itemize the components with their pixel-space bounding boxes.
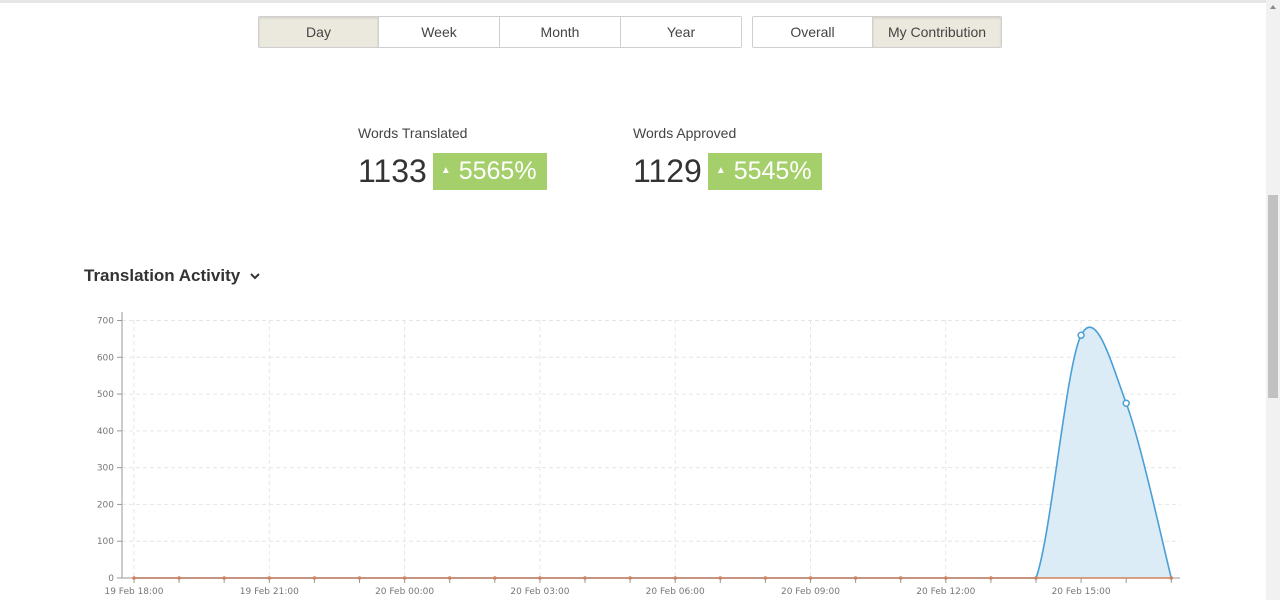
words-translated-change: 5565% [458, 156, 537, 185]
x-tick-label: 20 Feb 12:00 [916, 587, 975, 597]
scope-overall-button[interactable]: Overall [753, 17, 873, 47]
period-week-button[interactable]: Week [379, 17, 500, 47]
y-tick-label: 700 [97, 317, 114, 327]
words-translated-stat: Words Translated 1133 ▲ 5565% [358, 124, 547, 190]
x-tick-label: 20 Feb 03:00 [510, 587, 569, 597]
data-point [583, 576, 587, 580]
x-tick-label: 20 Feb 06:00 [646, 587, 705, 597]
area-fill [134, 327, 1172, 578]
trend-up-icon: ▲ [440, 164, 451, 176]
data-point [357, 576, 362, 580]
scrollbar-thumb[interactable] [1268, 195, 1278, 398]
data-point [538, 576, 542, 580]
words-translated-label: Words Translated [358, 125, 468, 141]
data-point [628, 576, 632, 580]
x-tick-label: 19 Feb 21:00 [240, 587, 299, 597]
words-approved-label: Words Approved [633, 125, 737, 141]
data-point [493, 576, 497, 580]
y-tick-label: 400 [97, 427, 114, 437]
data-point [898, 576, 903, 580]
section-title: Translation Activity [84, 266, 241, 285]
y-tick-label: 0 [108, 574, 114, 584]
words-translated-change-badge: ▲ 5565% [432, 152, 547, 190]
data-point [808, 576, 813, 580]
data-point [132, 576, 136, 580]
words-approved-change: 5545% [733, 156, 812, 185]
period-filter-group: Day Week Month Year [258, 16, 742, 48]
y-tick-label: 100 [97, 537, 114, 547]
data-point [718, 576, 723, 580]
words-translated-value: 1133 [358, 153, 427, 189]
translation-activity-toggle[interactable]: Translation Activity [84, 266, 262, 286]
chevron-down-icon [250, 273, 260, 280]
data-point [989, 576, 993, 580]
y-tick-label: 500 [97, 390, 114, 400]
data-point [222, 576, 226, 580]
words-approved-stat: Words Approved 1129 ▲ 5545% [633, 124, 822, 190]
data-point [177, 576, 181, 580]
period-day-button[interactable]: Day [259, 17, 379, 47]
data-point [944, 576, 948, 580]
data-point [312, 576, 317, 580]
scope-filter-group: Overall My Contribution [752, 16, 1002, 48]
y-tick-label: 300 [97, 464, 114, 474]
x-tick-label: 20 Feb 00:00 [375, 587, 434, 597]
x-tick-label: 20 Feb 15:00 [1052, 587, 1111, 597]
data-point [1122, 399, 1130, 408]
y-tick-label: 600 [97, 353, 114, 363]
data-point [402, 576, 407, 580]
area-line-words-translated [134, 326, 1173, 579]
period-month-button[interactable]: Month [500, 17, 621, 47]
x-tick-label: 19 Feb 18:00 [104, 587, 163, 597]
data-point [853, 576, 858, 580]
data-point [267, 576, 272, 580]
data-point [763, 576, 768, 580]
scroll-up-arrow-icon[interactable] [1266, 0, 1280, 14]
words-approved-change-badge: ▲ 5545% [707, 152, 822, 190]
y-tick-label: 200 [97, 500, 114, 510]
words-approved-value: 1129 [633, 153, 702, 189]
filter-toolbar: Day Week Month Year Overall My Contribut… [258, 16, 1002, 48]
data-point [447, 576, 452, 580]
data-point [1169, 576, 1174, 580]
data-point [1077, 331, 1085, 339]
top-border [0, 0, 1266, 3]
page-scrollbar[interactable] [1266, 0, 1280, 600]
period-year-button[interactable]: Year [621, 17, 741, 47]
data-point [673, 576, 677, 580]
scope-my-contribution-button[interactable]: My Contribution [873, 17, 1001, 47]
trend-up-icon: ▲ [715, 164, 726, 176]
data-point [1034, 576, 1038, 580]
translation-activity-chart: 0 100 200 300 400 500 600 700 19 Feb 18:00 19 Feb… [97, 312, 1180, 597]
x-tick-label: 20 Feb 09:00 [781, 587, 840, 597]
